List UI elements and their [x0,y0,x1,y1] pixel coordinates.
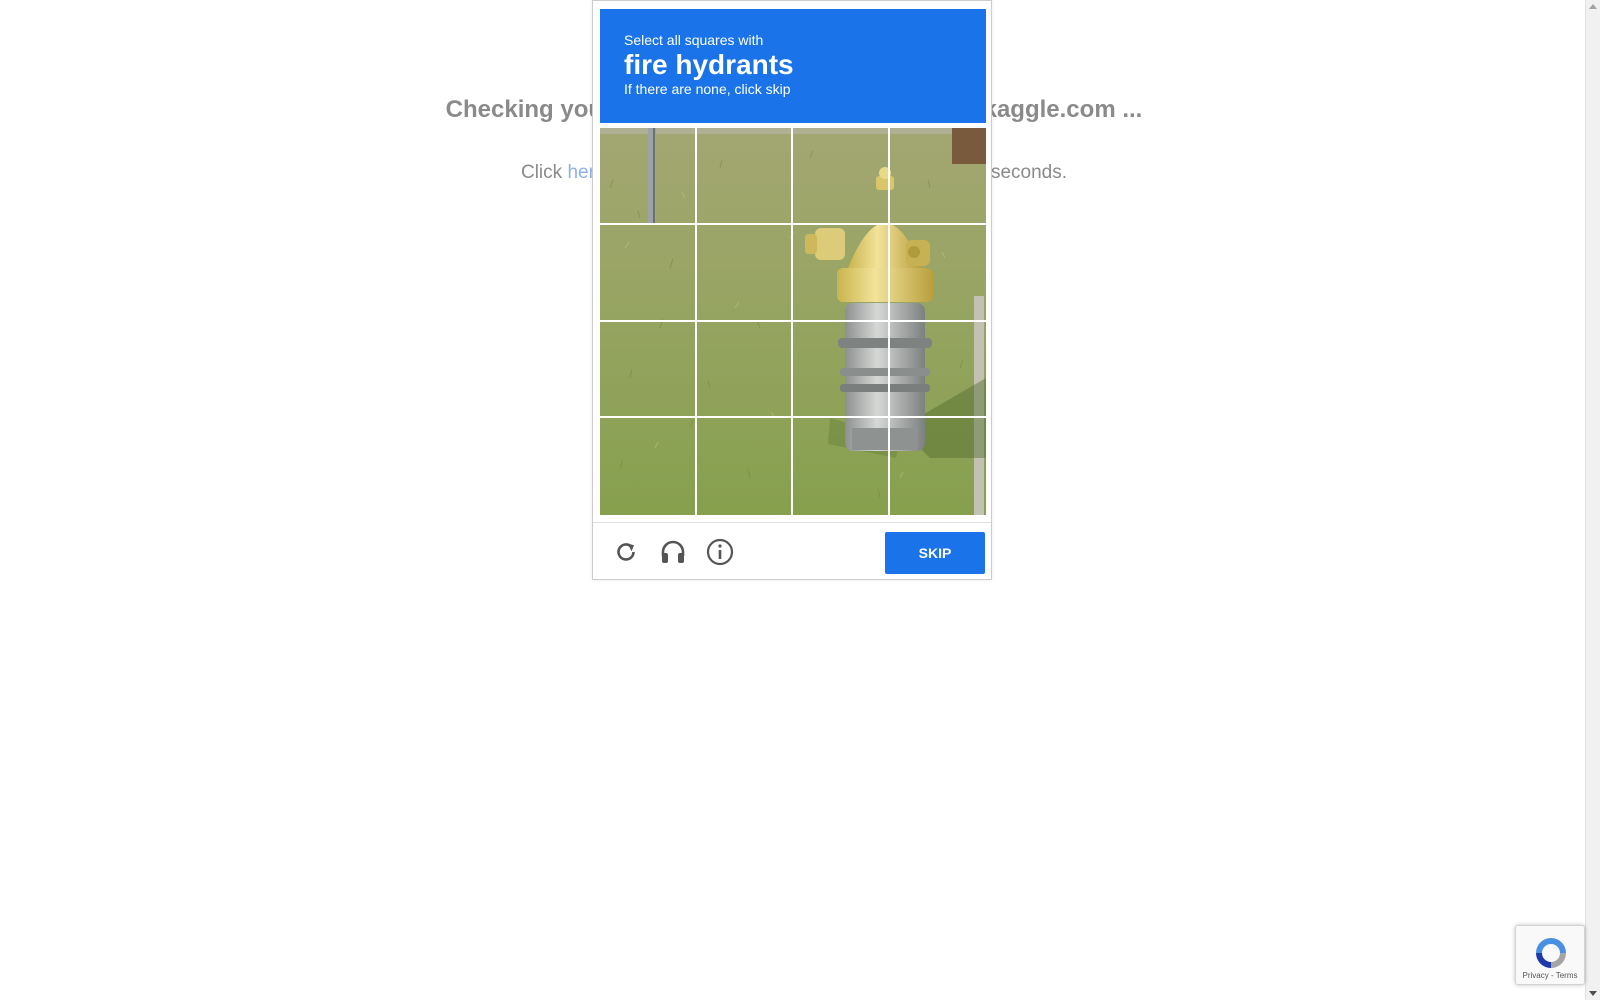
help-button[interactable] [705,537,735,567]
reload-button[interactable] [611,537,641,567]
scroll-down-icon[interactable] [1589,991,1597,996]
grid-tile[interactable] [600,418,697,515]
info-icon [706,538,734,566]
skip-button[interactable]: SKIP [885,532,985,574]
grid-tile[interactable] [793,418,890,515]
reload-icon [617,543,635,561]
challenge-footer: SKIP [593,522,991,581]
grid-tile[interactable] [793,128,890,225]
grid-tile[interactable] [696,321,793,419]
challenge-subtext: If there are none, click skip [624,81,791,97]
grid-tile[interactable] [793,321,890,419]
grid-tile[interactable] [600,224,697,322]
recaptcha-challenge: Select all squares with fire hydrants If… [592,0,992,580]
grid-tile[interactable] [889,225,986,322]
grid-tile[interactable] [696,128,793,225]
image-grid [600,128,986,515]
grid-tile[interactable] [696,224,793,322]
scroll-up-icon[interactable] [1589,4,1597,9]
grid-tile[interactable] [697,418,793,515]
challenge-target: fire hydrants [624,49,794,80]
badge-links[interactable]: Privacy - Terms [1516,971,1584,980]
grid-tile[interactable] [889,128,986,225]
grid-tile[interactable] [889,322,986,419]
vertical-scrollbar[interactable] [1585,0,1600,1000]
challenge-instruction: Select all squares with [624,32,764,48]
grid-tile[interactable] [793,224,890,322]
grid-tile[interactable] [890,418,987,515]
grid-tile[interactable] [600,321,697,419]
headphones-icon [661,540,685,563]
recaptcha-badge[interactable]: Privacy - Terms [1515,925,1585,985]
grid-tile[interactable] [600,128,697,225]
redirect-prefix: Click [520,162,568,183]
challenge-header: Select all squares with fire hydrants If… [600,9,986,123]
audio-challenge-button[interactable] [658,537,688,567]
recaptcha-logo-icon [1536,938,1566,968]
